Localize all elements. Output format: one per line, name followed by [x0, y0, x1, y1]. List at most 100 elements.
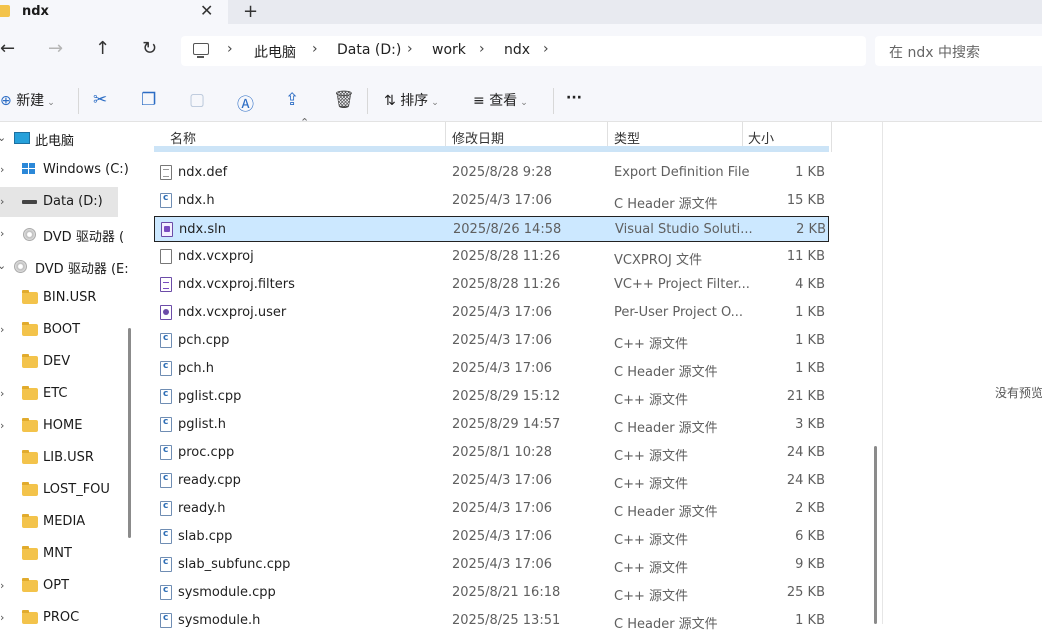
sidebar-item-label: Data (D:): [43, 194, 103, 209]
close-tab-button[interactable]: ✕: [200, 1, 213, 20]
sidebar-item-folder[interactable]: LIB.USR: [0, 443, 118, 473]
table-row[interactable]: pglist.h 2025/8/29 14:57 C Header 源文件 3 KB: [154, 412, 829, 438]
sidebar-item-this-pc[interactable]: ⌄ 此电脑: [0, 123, 118, 153]
sidebar-item-folder[interactable]: › ETC: [0, 379, 118, 409]
chevron-right-icon[interactable]: ›: [479, 41, 485, 57]
file-list-scrollbar[interactable]: [874, 446, 877, 624]
sidebar-item-folder[interactable]: LOST_FOU: [0, 475, 118, 505]
up-button[interactable]: ↑: [95, 38, 110, 59]
delete-icon[interactable]: 🗑: [333, 90, 355, 110]
file-name: pglist.cpp: [178, 389, 242, 404]
table-row[interactable]: slab.cpp 2025/4/3 17:06 C++ 源文件 6 KB: [154, 524, 829, 550]
file-icon: [160, 585, 172, 600]
no-preview-text: 没有预览: [995, 386, 1042, 400]
column-divider[interactable]: [831, 122, 832, 152]
paste-icon[interactable]: ▢: [189, 90, 205, 110]
sort-button[interactable]: ⇅ 排序 ⌄: [384, 90, 439, 110]
table-row[interactable]: proc.cpp 2025/8/1 10:28 C++ 源文件 24 KB: [154, 440, 829, 466]
more-options-button[interactable]: ···: [566, 90, 582, 106]
table-row[interactable]: sysmodule.h 2025/8/25 13:51 C Header 源文件 1 …: [154, 608, 829, 634]
table-row[interactable]: ndx.sln 2025/8/26 14:58 Visual Studio Solu…: [154, 216, 829, 242]
file-size: 4 KB: [795, 277, 825, 292]
file-name: slab_subfunc.cpp: [178, 557, 291, 572]
copy-icon[interactable]: ❐: [141, 90, 156, 110]
chevron-right-icon[interactable]: ›: [312, 41, 318, 57]
file-type: VC++ Project Filter...: [614, 277, 750, 292]
column-size[interactable]: 大小: [748, 128, 774, 147]
new-button[interactable]: ⊕ 新建 ⌄: [0, 90, 55, 110]
sidebar-item-folder[interactable]: › OPT: [0, 571, 118, 601]
sidebar-item-folder[interactable]: MNT: [0, 539, 118, 569]
table-row[interactable]: [154, 146, 829, 152]
table-row[interactable]: ndx.def 2025/8/28 9:28 Export Definition F…: [154, 160, 829, 186]
sidebar-item-folder[interactable]: MEDIA: [0, 507, 118, 537]
table-row[interactable]: ready.h 2025/4/3 17:06 C Header 源文件 2 KB: [154, 496, 829, 522]
file-size: 1 KB: [795, 305, 825, 320]
table-row[interactable]: ndx.vcxproj.filters 2025/8/28 11:26 VC++ P…: [154, 272, 829, 298]
refresh-button[interactable]: ↻: [142, 38, 157, 59]
chevron-right-icon[interactable]: ›: [407, 41, 413, 57]
file-name: pch.h: [178, 361, 215, 376]
drive-icon: [22, 200, 37, 204]
rename-icon[interactable]: Ⓐ: [237, 90, 254, 115]
sidebar-item-data-d[interactable]: › Data (D:): [0, 187, 118, 217]
search-input[interactable]: 在 ndx 中搜索: [875, 36, 1042, 66]
view-button[interactable]: ≡ 查看 ⌄: [473, 90, 528, 110]
chevron-right-icon[interactable]: ›: [543, 41, 549, 57]
forward-button[interactable]: →: [48, 38, 63, 59]
sidebar-scrollbar[interactable]: [128, 328, 131, 538]
chevron-right-icon[interactable]: ›: [0, 579, 4, 592]
back-button[interactable]: ←: [0, 38, 15, 59]
sidebar-item-dvd-drive-e[interactable]: ⌄ DVD 驱动器 (E:: [0, 251, 129, 281]
chevron-right-icon[interactable]: ›: [0, 163, 4, 176]
chevron-down-icon[interactable]: ⌄: [0, 259, 6, 272]
table-row[interactable]: pch.h 2025/4/3 17:06 C Header 源文件 1 KB: [154, 356, 829, 382]
chevron-down-icon[interactable]: ⌄: [0, 131, 6, 144]
sidebar-item-label: BOOT: [43, 322, 81, 337]
share-icon[interactable]: ⇪: [285, 90, 299, 110]
chevron-right-icon[interactable]: ›: [0, 195, 4, 208]
table-row[interactable]: ndx.vcxproj.user 2025/4/3 17:06 Per-User P…: [154, 300, 829, 326]
column-type[interactable]: 类型: [614, 128, 640, 147]
chevron-right-icon[interactable]: ›: [0, 419, 4, 432]
file-type: C Header 源文件: [614, 421, 718, 436]
table-row[interactable]: pglist.cpp 2025/8/29 15:12 C++ 源文件 21 KB: [154, 384, 829, 410]
navigation-bar: ← → ↑ ↻ › 此电脑 › Data (D:) › work › ndx ›…: [0, 24, 1042, 80]
tab-ndx[interactable]: ndx ✕: [0, 0, 228, 24]
tab-title: ndx: [22, 4, 49, 19]
sidebar-item-folder[interactable]: BIN.USR: [0, 283, 118, 313]
sort-icon: ⇅: [384, 93, 396, 109]
sidebar-item-folder[interactable]: › BOOT: [0, 315, 118, 345]
breadcrumb-this-pc[interactable]: 此电脑: [254, 42, 296, 62]
breadcrumb-work[interactable]: work: [432, 42, 466, 58]
breadcrumb-ndx[interactable]: ndx: [504, 42, 530, 58]
file-size: 1 KB: [795, 361, 825, 376]
chevron-right-icon[interactable]: ›: [0, 227, 4, 240]
chevron-right-icon[interactable]: ›: [0, 323, 4, 336]
file-date: 2025/4/3 17:06: [452, 529, 552, 544]
sidebar-item-folder[interactable]: › HOME: [0, 411, 118, 441]
new-tab-button[interactable]: +: [243, 1, 258, 22]
chevron-right-icon[interactable]: ›: [227, 41, 233, 57]
sidebar-item-windows-c[interactable]: › Windows (C:): [0, 155, 129, 185]
table-row[interactable]: sysmodule.cpp 2025/8/21 16:18 C++ 源文件 25 KB: [154, 580, 829, 606]
chevron-right-icon[interactable]: ›: [0, 387, 4, 400]
table-row[interactable]: ready.cpp 2025/4/3 17:06 C++ 源文件 24 KB: [154, 468, 829, 494]
table-row[interactable]: slab_subfunc.cpp 2025/4/3 17:06 C++ 源文件 9 K…: [154, 552, 829, 578]
column-name[interactable]: 名称: [170, 128, 196, 147]
file-icon: [161, 222, 173, 237]
breadcrumb-data-d[interactable]: Data (D:): [337, 42, 401, 58]
sidebar-item-dvd-drive[interactable]: › DVD 驱动器 (: [0, 219, 124, 249]
column-date[interactable]: 修改日期: [452, 128, 504, 147]
sidebar-item-folder[interactable]: DEV: [0, 347, 118, 377]
address-bar[interactable]: › 此电脑 › Data (D:) › work › ndx ›: [181, 36, 866, 66]
cut-icon[interactable]: ✂: [93, 90, 107, 110]
sidebar-item-label: Windows (C:): [43, 162, 129, 177]
table-row[interactable]: ndx.h 2025/4/3 17:06 C Header 源文件 15 KB: [154, 188, 829, 214]
sidebar-item-label: DVD 驱动器 (: [43, 230, 125, 245]
table-row[interactable]: ndx.vcxproj 2025/8/28 11:26 VCXPROJ 文件 11 K…: [154, 244, 829, 270]
chevron-right-icon[interactable]: ›: [0, 611, 4, 624]
file-icon: [160, 193, 172, 208]
sidebar-item-folder[interactable]: › PROC: [0, 603, 118, 633]
table-row[interactable]: pch.cpp 2025/4/3 17:06 C++ 源文件 1 KB: [154, 328, 829, 354]
